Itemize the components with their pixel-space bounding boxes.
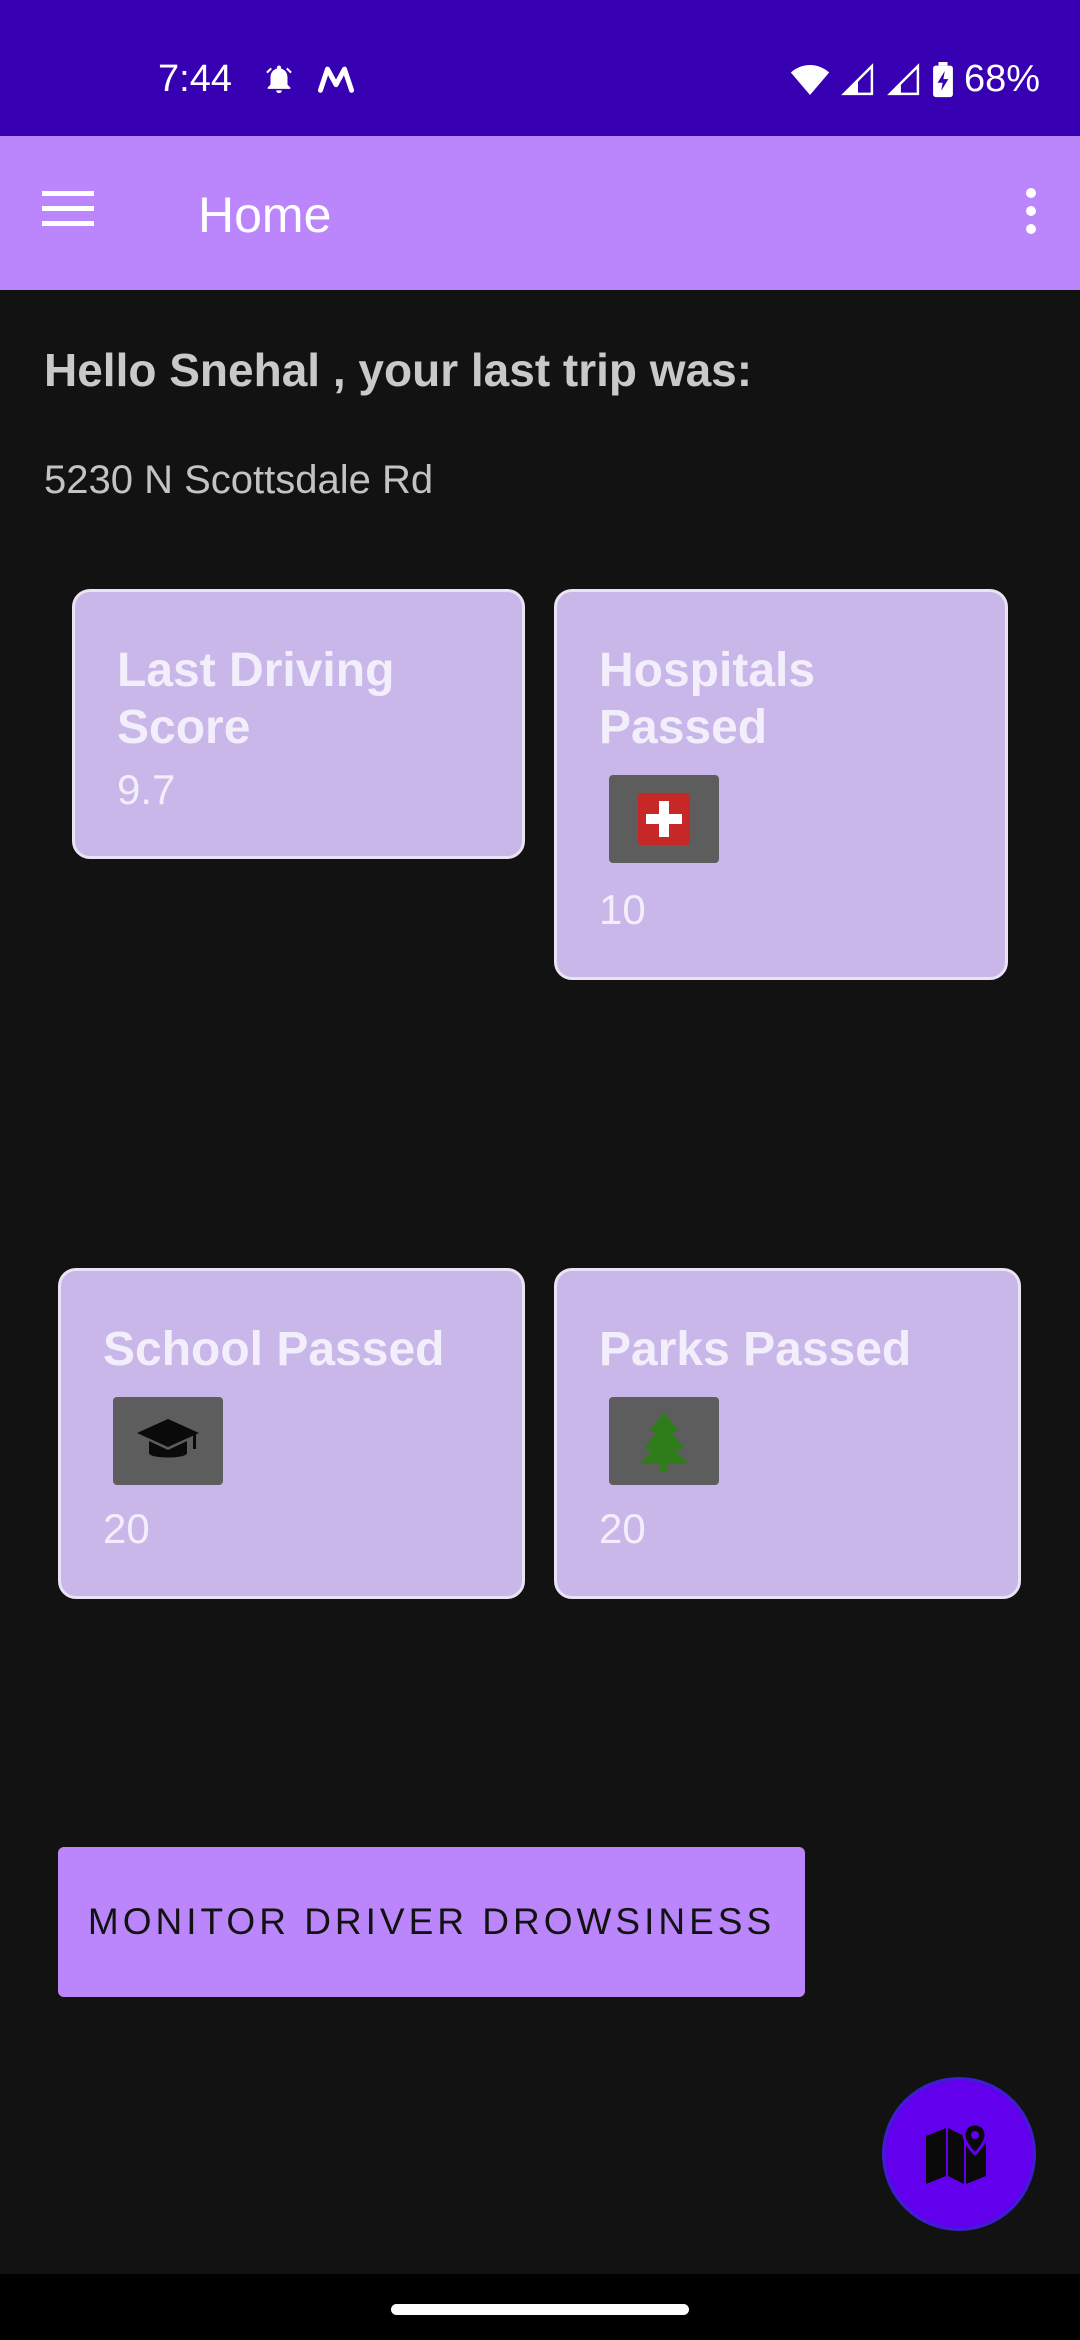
school-icon-container xyxy=(113,1397,223,1485)
driving-score-card[interactable]: Last Driving Score 9.7 xyxy=(72,589,525,859)
hospitals-card[interactable]: Hospitals Passed 10 xyxy=(554,589,1008,980)
status-left-icons xyxy=(262,62,356,96)
driving-score-value: 9.7 xyxy=(117,766,176,813)
card-title: Parks Passed xyxy=(599,1323,912,1376)
card-title-line: Passed xyxy=(599,701,768,754)
battery-percentage: 68% xyxy=(963,58,1040,100)
overflow-menu-button[interactable] xyxy=(1006,184,1056,244)
school-value: 20 xyxy=(103,1505,150,1552)
card-title-line: Last Driving xyxy=(117,644,395,697)
hamburger-menu-icon xyxy=(42,191,94,226)
trip-location: 5230 N Scottsdale Rd xyxy=(44,458,434,502)
card-title: Last Driving Score xyxy=(117,642,394,756)
card-title: School Passed xyxy=(103,1323,445,1376)
monitor-drowsiness-button[interactable]: MONITOR DRIVER DROWSINESS xyxy=(58,1847,805,1997)
parks-value: 20 xyxy=(599,1505,646,1552)
wifi-icon xyxy=(790,64,830,95)
map-pin-icon xyxy=(926,2124,988,2184)
card-title-line: Score xyxy=(117,701,251,754)
parks-icon-container xyxy=(609,1397,719,1485)
more-vert-icon xyxy=(1026,188,1036,234)
greeting-text: Hello Snehal , your last trip was: xyxy=(44,344,753,396)
page-title: Home xyxy=(198,187,332,243)
graduation-cap-icon xyxy=(137,1419,199,1458)
parks-card[interactable]: Parks Passed 20 xyxy=(554,1268,1021,1599)
battery-charging-icon xyxy=(933,61,953,97)
hospitals-value: 10 xyxy=(599,886,646,933)
home-gesture-handle[interactable] xyxy=(391,2304,689,2315)
map-fab-button[interactable] xyxy=(882,2077,1036,2231)
hospital-icon-container xyxy=(609,775,719,863)
card-title-line: Hospitals xyxy=(599,644,816,697)
status-time: 7:44 xyxy=(158,58,232,100)
system-nav-bar xyxy=(0,2274,1080,2340)
app-m-icon xyxy=(317,66,355,93)
card-title: Hospitals Passed xyxy=(599,642,815,756)
status-bar: 7:44 68% xyxy=(0,0,1080,136)
app-bar: Home xyxy=(0,136,1080,290)
signal-icon xyxy=(841,62,874,95)
school-card[interactable]: School Passed 20 xyxy=(58,1268,525,1599)
status-right-icons: 68% xyxy=(790,58,1040,101)
menu-button[interactable] xyxy=(42,188,102,238)
alarm-icon xyxy=(266,65,292,94)
hospital-icon xyxy=(638,793,690,845)
tree-icon xyxy=(640,1412,688,1471)
signal-icon xyxy=(887,62,920,95)
